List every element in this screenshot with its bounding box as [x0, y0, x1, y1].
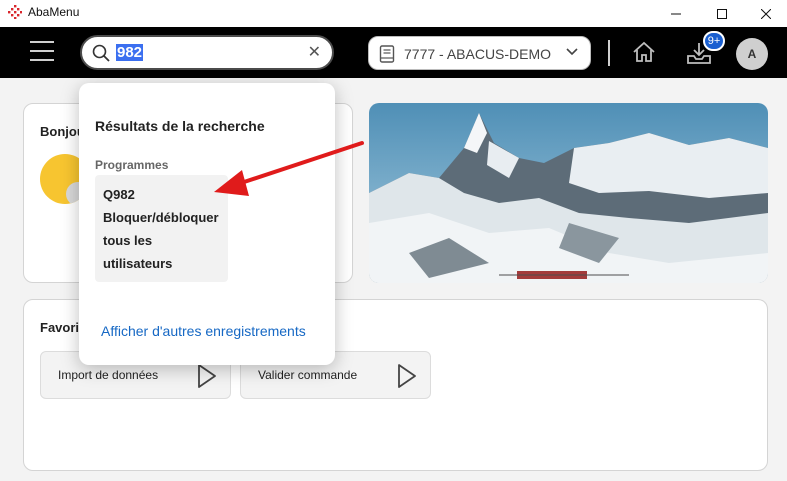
chevron-down-icon — [566, 48, 578, 56]
mountain-photo-image — [369, 103, 768, 283]
result-title-line: Bloquer/débloquer — [103, 210, 219, 225]
minimize-icon — [671, 13, 681, 14]
search-result-item[interactable]: Q982 Bloquer/débloquer tous les utilisat… — [95, 175, 228, 282]
company-selector[interactable]: 7777 - ABACUS-DEMO — [368, 36, 591, 70]
app-logo-icon — [8, 5, 22, 19]
close-icon — [761, 8, 771, 19]
menu-hamburger-icon[interactable] — [30, 41, 54, 63]
result-title-line: utilisateurs — [103, 256, 173, 271]
clear-search-icon[interactable]: ✕ — [308, 45, 321, 61]
window-title: AbaMenu — [28, 5, 80, 19]
close-window-button[interactable] — [743, 0, 787, 27]
header-divider — [608, 40, 610, 66]
play-icon[interactable] — [396, 363, 418, 389]
maximize-button[interactable] — [699, 0, 745, 27]
show-more-link[interactable]: Afficher d'autres enregistrements — [101, 323, 306, 339]
result-title-line: tous les — [103, 233, 153, 248]
home-icon[interactable] — [632, 41, 656, 63]
favorite-label: Import de données — [58, 368, 159, 382]
book-icon — [379, 45, 395, 63]
company-label: 7777 - ABACUS-DEMO — [404, 46, 552, 62]
app-header: 982 ✕ 7777 - ABACUS-DEMO 9+ A — [0, 27, 787, 78]
mountain-photo — [369, 103, 768, 283]
maximize-icon — [717, 8, 727, 19]
search-input-value[interactable]: 982 — [116, 44, 144, 61]
search-results-dropdown: Résultats de la recherche Programmes Q98… — [79, 83, 335, 365]
result-code: Q982 — [103, 187, 135, 202]
window-titlebar: AbaMenu — [0, 0, 787, 27]
results-section-label: Programmes — [95, 158, 169, 172]
play-icon[interactable] — [196, 363, 218, 389]
search-input[interactable]: 982 ✕ — [80, 35, 334, 70]
minimize-button[interactable] — [653, 0, 699, 27]
search-icon — [92, 44, 110, 62]
search-results-heading: Résultats de la recherche — [95, 118, 265, 134]
favorite-label: Valider commande — [258, 368, 358, 382]
avatar[interactable]: A — [736, 38, 768, 70]
notification-badge: 9+ — [703, 31, 725, 51]
favorites-title: Favori — [40, 320, 80, 335]
